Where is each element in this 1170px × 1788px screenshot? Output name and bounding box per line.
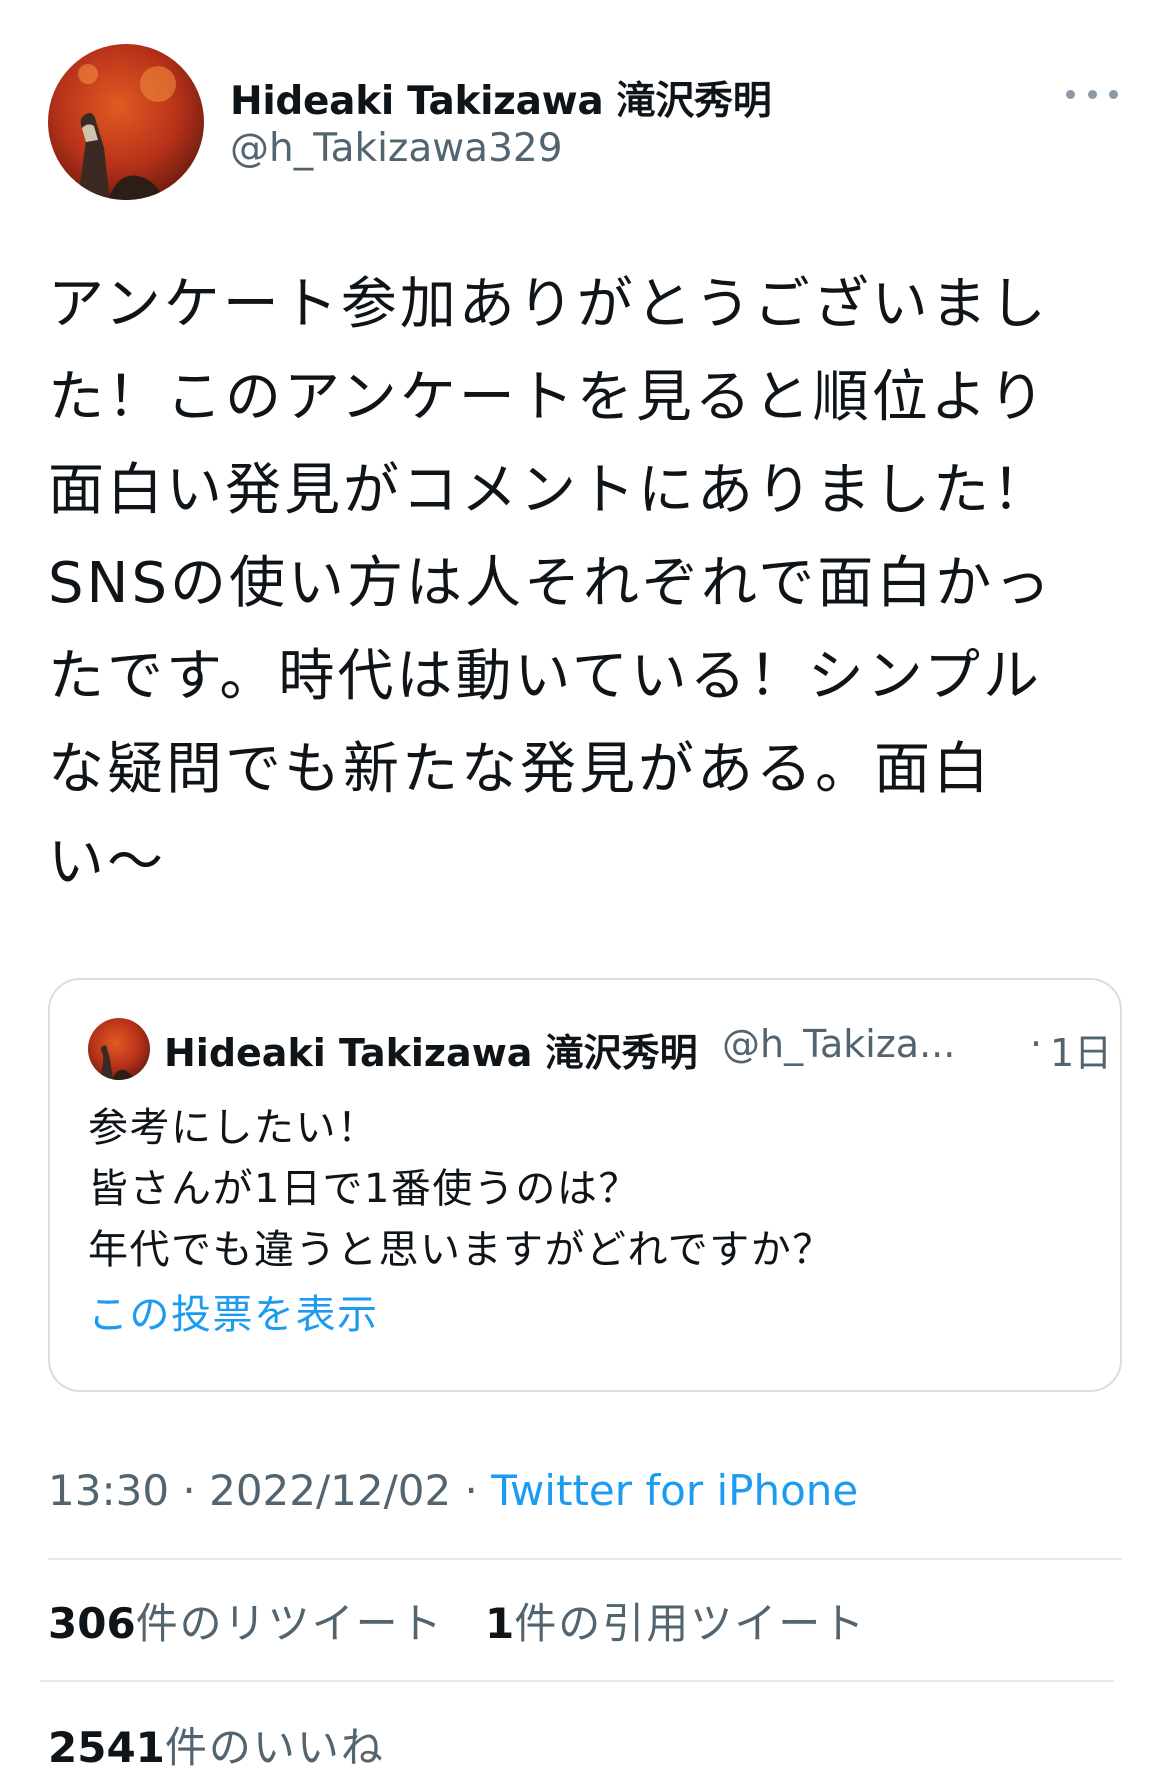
engagement-stats: 306件のリツイート 1件の引用ツイート (48, 1590, 894, 1651)
avatar[interactable] (48, 44, 204, 200)
more-dot (1109, 89, 1118, 99)
tweet-text: アンケート参加ありがとうございまし た！このアンケートを見ると順位より 面白い発… (48, 272, 1054, 895)
retweets-label: 件のリツイート (135, 1599, 444, 1648)
tweet-meta: 13:30 · 2022/12/02 · Twitter for iPhone (48, 1466, 858, 1515)
more-dot (1087, 89, 1097, 99)
retweets-stat[interactable]: 306件のリツイート (48, 1590, 444, 1651)
quoted-time: 1日 (1050, 1031, 1113, 1075)
quoted-separator: · (1030, 1022, 1043, 1066)
quoted-text: 参考にしたい！ 皆さんが1日で1番使うのは？ 年代でも違うと思いますがどれですか… (88, 1105, 834, 1273)
author-name[interactable]: Hideaki Takizawa 滝沢秀明 (230, 70, 772, 126)
tweet-detail-page: Hideaki Takizawa 滝沢秀明 @h_Takizawa329 アンケ… (0, 0, 1170, 1788)
meta-separator: · (451, 1466, 492, 1515)
divider (48, 1558, 1122, 1560)
quoted-author-name: Hideaki Takizawa 滝沢秀明 (164, 1031, 698, 1075)
divider (40, 1680, 1114, 1682)
meta-separator: · (169, 1466, 210, 1515)
tweet-date: 2022/12/02 (209, 1466, 452, 1515)
retweets-count: 306 (48, 1599, 136, 1648)
quoted-author-avatar (88, 1018, 150, 1080)
likes-label: 件のいいね (164, 1723, 385, 1772)
tweet-source-link[interactable]: Twitter for iPhone (491, 1466, 858, 1515)
tweet-header: Hideaki Takizawa 滝沢秀明 @h_Takizawa329 (48, 44, 1122, 200)
likes-stat[interactable]: 2541件のいいね (48, 1714, 385, 1775)
show-poll-link[interactable]: この投票を表示 (88, 1282, 379, 1340)
quotes-count: 1 (485, 1599, 515, 1648)
quotes-stat[interactable]: 1件の引用ツイート (485, 1590, 866, 1651)
quotes-label: 件の引用ツイート (514, 1599, 867, 1648)
quoted-author-handle: @h_Takiza... (722, 1022, 956, 1066)
likes-count: 2541 (48, 1723, 165, 1772)
quoted-tweet-card[interactable]: Hideaki Takizawa 滝沢秀明 @h_Takiza... · 1日 … (48, 978, 1122, 1392)
more-dot (1066, 89, 1075, 99)
more-options-icon[interactable] (1062, 74, 1122, 114)
tweet-time: 13:30 (48, 1466, 170, 1515)
author-handle[interactable]: @h_Takizawa329 (230, 126, 563, 171)
